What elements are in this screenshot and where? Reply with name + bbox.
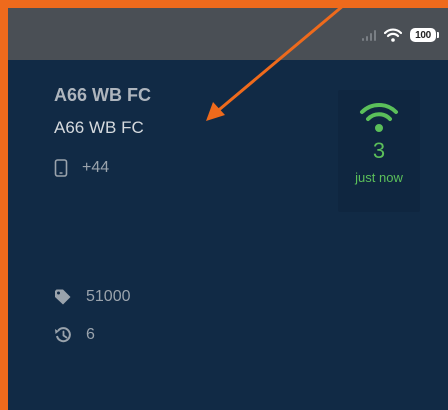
- device-subtitle: A66 WB FC: [54, 118, 144, 137]
- tag-icon: [55, 289, 71, 305]
- phone-icon: [54, 159, 68, 177]
- wifi-signal-icon: [360, 102, 398, 132]
- price-value: 51000: [86, 288, 131, 305]
- device-name: A66 WB FC: [54, 85, 152, 105]
- history-count: 6: [86, 326, 95, 343]
- battery-level: 100: [415, 29, 431, 41]
- history-row: 6: [54, 326, 95, 344]
- history-icon: [55, 327, 71, 343]
- phone-row[interactable]: +44: [54, 159, 109, 177]
- wifi-count: 3: [372, 138, 386, 163]
- wifi-icon: [384, 28, 402, 42]
- phone-number: +44: [82, 159, 110, 176]
- app-screen: 100 A66 WB FC A66 WB FC +44 51000 6 3 ju…: [0, 0, 448, 410]
- status-icons: 100: [362, 26, 439, 44]
- wifi-status-card[interactable]: 3 just now: [338, 90, 420, 212]
- wifi-last-seen: just now: [355, 170, 403, 185]
- status-bar: 100: [8, 8, 448, 60]
- battery-icon: 100: [410, 28, 439, 42]
- price-row: 51000: [54, 288, 131, 306]
- signal-icon: [362, 29, 376, 41]
